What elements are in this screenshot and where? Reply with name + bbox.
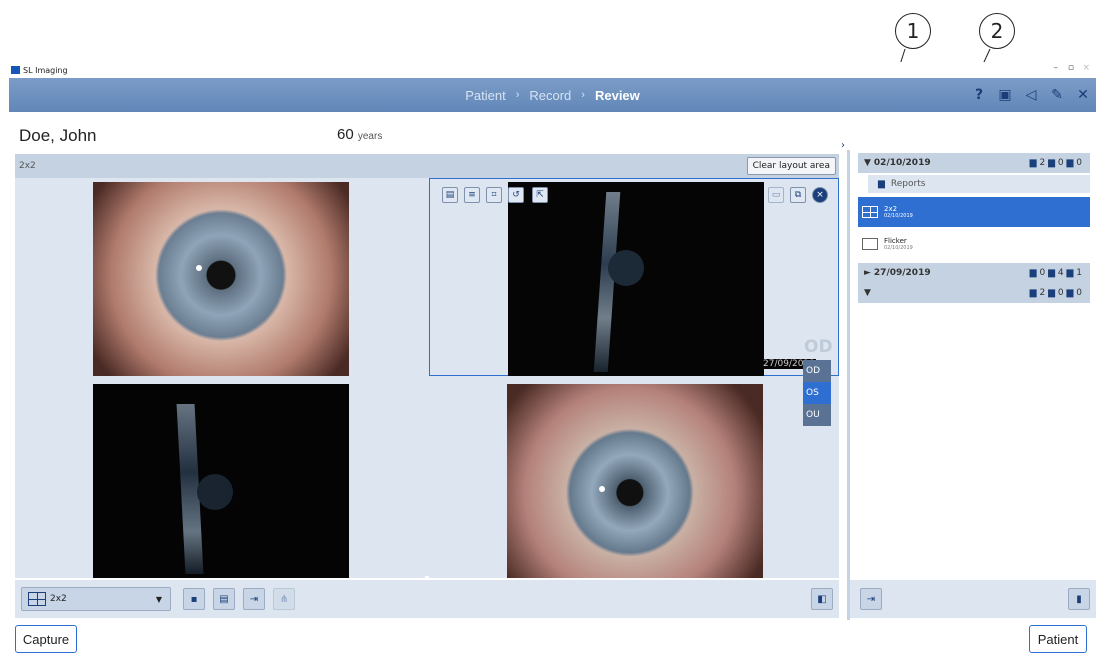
session-date: 27/09/2019: [873, 268, 931, 278]
close-window-button[interactable]: ×: [1082, 63, 1090, 73]
eye-option-os[interactable]: OS: [803, 382, 831, 404]
sidebar-footer: ⇥ ▮: [850, 580, 1096, 618]
reports-row[interactable]: ▆ Reports: [868, 175, 1090, 193]
open-external-icon[interactable]: ⇱: [532, 187, 548, 203]
session-counts: ▆ 2 ▆ 0 ▆ 0: [1029, 158, 1082, 168]
wrench-icon[interactable]: ✎: [1044, 87, 1070, 103]
grid-cell-1[interactable]: [15, 178, 425, 376]
export-icon[interactable]: ⇥: [243, 588, 265, 610]
layout-header: 2x2 Clear layout area: [15, 154, 839, 178]
expand-arrow-icon: ▼: [864, 288, 871, 298]
session-header[interactable]: ▼ 02/10/2019 ▆ 2 ▆ 0 ▆ 0: [858, 153, 1090, 173]
session-counts: ▆ 0 ▆ 4 ▆ 1: [1029, 268, 1082, 278]
expand-arrow-icon: ▼: [864, 158, 871, 168]
eye-label-faded: OD: [804, 337, 833, 357]
speaker-icon[interactable]: ◁: [1018, 87, 1044, 103]
patient-button[interactable]: Patient: [1029, 625, 1087, 653]
rotate-icon[interactable]: ↺: [508, 187, 524, 203]
crop-icon[interactable]: ⌗: [486, 187, 502, 203]
save-icon[interactable]: ▪: [183, 588, 205, 610]
eye-option-ou[interactable]: OU: [803, 404, 831, 426]
comment-icon[interactable]: ▤: [442, 187, 458, 203]
item-date: 02/10/2019: [884, 245, 913, 251]
workflow-navbar: Patient › Record › Review: [9, 78, 1096, 112]
compare-icon[interactable]: ◧: [811, 588, 833, 610]
slit-lamp-image-bottom[interactable]: [93, 384, 349, 578]
image-grid: ▤ ≡ ⌗ ↺ ⇱ ▭ ⧉ × 27/09/2019 OD: [15, 178, 839, 578]
copy-icon[interactable]: ⧉: [790, 187, 806, 203]
patient-name: Doe, John: [19, 126, 97, 145]
nav-step-review[interactable]: Review: [595, 88, 640, 103]
session-date: 02/10/2019: [873, 158, 931, 168]
patient-age: 60 years: [337, 126, 383, 143]
collapsed-arrow-icon: ►: [864, 268, 871, 278]
slit-lamp-image-top[interactable]: [508, 182, 764, 376]
nav-separator: ›: [515, 89, 520, 101]
nav-step-record[interactable]: Record: [529, 88, 571, 103]
remove-image-icon[interactable]: ×: [812, 187, 828, 203]
item-name: 2x2: [884, 205, 898, 213]
print-icon[interactable]: ▤: [213, 588, 235, 610]
layout-item-2x2[interactable]: 2x2 02/10/2019: [858, 197, 1090, 227]
collapse-arrow-icon[interactable]: ›: [841, 140, 845, 151]
help-icon[interactable]: ?: [966, 87, 992, 103]
grid-cell-4[interactable]: [429, 380, 839, 578]
session-counts: ▆ 2 ▆ 0 ▆ 0: [1029, 288, 1082, 298]
close-icon[interactable]: ✕: [1070, 87, 1096, 103]
grid-cell-2[interactable]: ▤ ≡ ⌗ ↺ ⇱ ▭ ⧉ × 27/09/2019 OD: [429, 178, 839, 376]
app-window: SL Imaging – ▫ × Patient › Record › Revi…: [9, 62, 1096, 655]
reports-label: Reports: [890, 179, 926, 189]
nav-separator: ›: [581, 89, 585, 101]
layout-select-value: 2x2: [50, 594, 67, 604]
minimize-button[interactable]: –: [1054, 63, 1059, 73]
layout-grid-icon: [28, 592, 46, 606]
app-logo-icon: [11, 66, 20, 74]
restore-button[interactable]: ▫: [1068, 63, 1074, 73]
layout-name: 2x2: [19, 161, 36, 171]
sidebar: ▼ 02/10/2019 ▆ 2 ▆ 0 ▆ 0 ▆ Reports 2x2 02…: [847, 150, 1096, 620]
flicker-thumb-icon: [862, 238, 878, 250]
layout-thumb-icon: [862, 206, 878, 218]
clear-layout-button[interactable]: Clear layout area: [746, 157, 836, 175]
delete-icon[interactable]: ▮: [1068, 588, 1090, 610]
layout-select[interactable]: 2x2 ▼: [21, 587, 171, 611]
nav-step-patient[interactable]: Patient: [465, 88, 505, 103]
nav-icons: ? ▣ ◁ ✎ ✕: [966, 78, 1096, 112]
title-bar: SL Imaging – ▫ ×: [9, 62, 1096, 78]
item-name: Flicker: [884, 237, 907, 245]
item-date: 02/10/2019: [884, 213, 913, 219]
eye-image-od[interactable]: [93, 182, 349, 376]
export-sidebar-icon[interactable]: ⇥: [860, 588, 882, 610]
network-icon[interactable]: ⋔: [273, 588, 295, 610]
grid-cell-3[interactable]: [15, 380, 425, 578]
save-image-icon[interactable]: ▭: [768, 187, 784, 203]
capture-button[interactable]: Capture: [15, 625, 77, 653]
eye-option-od[interactable]: OD: [803, 360, 831, 382]
window-title: SL Imaging: [23, 65, 68, 75]
session-header[interactable]: ▼ ▆ 2 ▆ 0 ▆ 0: [858, 283, 1090, 303]
layout-item-flicker[interactable]: Flicker 02/10/2019: [858, 229, 1090, 259]
report-icon: ▆: [878, 179, 885, 189]
eye-image-os[interactable]: [507, 384, 763, 578]
chat-icon[interactable]: ▣: [992, 87, 1018, 103]
bottom-toolbar: 2x2 ▼ ▪ ▤ ⇥ ⋔ ◧: [15, 580, 839, 618]
chevron-down-icon: ▼: [155, 594, 162, 604]
session-header[interactable]: ► 27/09/2019 ▆ 0 ▆ 4 ▆ 1: [858, 263, 1090, 283]
adjust-icon[interactable]: ≡: [464, 187, 480, 203]
